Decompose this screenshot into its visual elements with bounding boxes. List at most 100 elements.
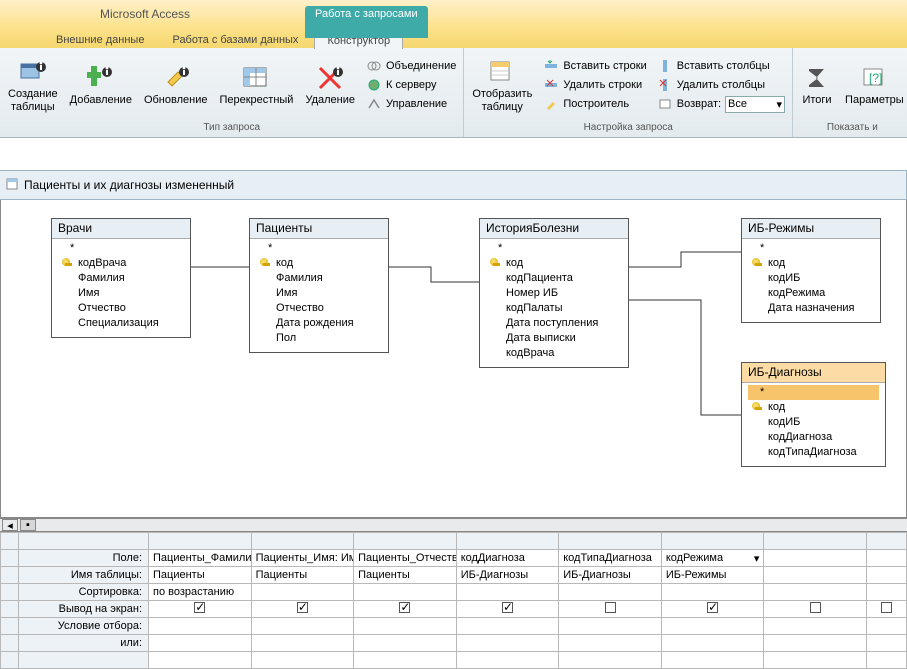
field-kodvracha[interactable]: кодВрача xyxy=(56,256,186,271)
field-patronymic[interactable]: Отчество xyxy=(56,301,186,316)
group-label-querysetup: Настройка запроса xyxy=(468,120,788,135)
chevron-down-icon[interactable]: ▾ xyxy=(754,552,760,565)
cell-sort[interactable] xyxy=(764,584,867,601)
field-admit-date[interactable]: Дата поступления xyxy=(484,316,624,331)
delete-button[interactable]: Удаление xyxy=(301,60,359,109)
cell-sort[interactable] xyxy=(354,584,457,601)
field-koddiagnosistype[interactable]: кодТипаДиагноза xyxy=(746,445,881,460)
cell-field[interactable]: Пациенты_Фамилия: xyxy=(149,550,252,567)
builder-button[interactable]: Построитель xyxy=(540,95,649,113)
show-table-button[interactable]: Отобразить таблицу xyxy=(468,54,536,116)
contextual-tab-group: Работа с запросами xyxy=(305,6,428,38)
passthrough-button[interactable]: К серверу xyxy=(363,76,459,94)
insert-cols-icon xyxy=(657,58,673,74)
table-regimes[interactable]: ИБ-Режимы * код кодИБ кодРежима Дата наз… xyxy=(741,218,881,323)
field-firstname[interactable]: Имя xyxy=(254,286,384,301)
field-koddiagnosis[interactable]: кодДиагноза xyxy=(746,430,881,445)
show-checkbox[interactable] xyxy=(502,602,513,613)
field-kodib[interactable]: кодИБ xyxy=(746,415,881,430)
field-gender[interactable]: Пол xyxy=(254,331,384,346)
cell-field[interactable]: Пациенты_Имя: Имя xyxy=(251,550,354,567)
totals-button[interactable]: Итоги xyxy=(797,60,837,109)
svg-text:[?]: [?] xyxy=(869,71,882,85)
parameters-button[interactable]: [?] Параметры xyxy=(841,60,907,109)
field-lastname[interactable]: Фамилия xyxy=(56,271,186,286)
cell-table[interactable]: ИБ-Диагнозы xyxy=(559,567,662,584)
query-tab-header[interactable]: Пациенты и их диагнозы измененный xyxy=(0,170,907,200)
cell-field[interactable]: Пациенты_Отчество xyxy=(354,550,457,567)
append-button[interactable]: Добавление xyxy=(66,60,136,109)
ribbon: Создание таблицы Добавление Обновление П… xyxy=(0,48,907,138)
field-kodib[interactable]: кодИБ xyxy=(746,271,876,286)
field-lastname[interactable]: Фамилия xyxy=(254,271,384,286)
field-ib-number[interactable]: Номер ИБ xyxy=(484,286,624,301)
datadef-button[interactable]: Управление xyxy=(363,95,459,113)
insert-rows-button[interactable]: Вставить строки xyxy=(540,57,649,75)
cell-sort[interactable] xyxy=(251,584,354,601)
scroll-left-icon[interactable]: ◂ xyxy=(2,519,18,531)
delete-icon xyxy=(314,62,346,94)
table-history[interactable]: ИсторияБолезни * код кодПациента Номер И… xyxy=(479,218,629,368)
field-kod[interactable]: код xyxy=(254,256,384,271)
delete-cols-button[interactable]: Удалить столбцы xyxy=(654,76,788,94)
cell-sort[interactable] xyxy=(661,584,764,601)
field-discharge-date[interactable]: Дата выписки xyxy=(484,331,624,346)
tab-database-tools[interactable]: Работа с базами данных xyxy=(160,32,310,48)
update-icon xyxy=(160,62,192,94)
field-assign-date[interactable]: Дата назначения xyxy=(746,301,876,316)
field-star[interactable]: * xyxy=(484,241,624,256)
cell-field[interactable]: кодДиагноза xyxy=(456,550,559,567)
table-patients[interactable]: Пациенты * код Фамилия Имя Отчество Дата… xyxy=(249,218,389,353)
show-checkbox[interactable] xyxy=(605,602,616,613)
cell-table[interactable]: Пациенты xyxy=(149,567,252,584)
show-checkbox[interactable] xyxy=(194,602,205,613)
show-checkbox[interactable] xyxy=(399,602,410,613)
field-kodpatient[interactable]: кодПациента xyxy=(484,271,624,286)
show-checkbox[interactable] xyxy=(707,602,718,613)
field-kod[interactable]: код xyxy=(484,256,624,271)
field-star[interactable]: * xyxy=(56,241,186,256)
pane-splitter[interactable]: ◂ ▪ xyxy=(0,518,907,532)
show-checkbox[interactable] xyxy=(881,602,892,613)
insert-cols-button[interactable]: Вставить столбцы xyxy=(654,57,788,75)
cell-table[interactable]: Пациенты xyxy=(354,567,457,584)
cell-field[interactable] xyxy=(764,550,867,567)
update-button[interactable]: Обновление xyxy=(140,60,212,109)
cell-sort[interactable] xyxy=(559,584,662,601)
field-kodward[interactable]: кодПалаты xyxy=(484,301,624,316)
field-kod[interactable]: код xyxy=(746,256,876,271)
delete-rows-button[interactable]: Удалить строки xyxy=(540,76,649,94)
table-diagnoses[interactable]: ИБ-Диагнозы * код кодИБ кодДиагноза кодТ… xyxy=(741,362,886,467)
field-birthdate[interactable]: Дата рождения xyxy=(254,316,384,331)
return-combo[interactable]: Все▾ xyxy=(725,96,785,113)
union-button[interactable]: Объединение xyxy=(363,57,459,75)
crosstab-button[interactable]: Перекрестный xyxy=(215,60,297,109)
qbe-grid[interactable]: Поле: Пациенты_Фамилия: Пациенты_Имя: Им… xyxy=(0,532,907,669)
cell-table[interactable] xyxy=(764,567,867,584)
field-star[interactable]: * xyxy=(254,241,384,256)
field-specialization[interactable]: Специализация xyxy=(56,316,186,331)
cell-field[interactable]: кодРежима ▾ xyxy=(661,550,764,567)
show-checkbox[interactable] xyxy=(810,602,821,613)
scroll-marker-icon[interactable]: ▪ xyxy=(20,519,36,531)
tab-external-data[interactable]: Внешние данные xyxy=(44,32,156,48)
cell-table[interactable]: ИБ-Диагнозы xyxy=(456,567,559,584)
field-kod[interactable]: код xyxy=(746,400,881,415)
diagram-pane[interactable]: Врачи * кодВрача Фамилия Имя Отчество Сп… xyxy=(0,200,907,518)
insert-rows-icon xyxy=(543,58,559,74)
field-patronymic[interactable]: Отчество xyxy=(254,301,384,316)
cell-sort[interactable]: по возрастанию xyxy=(149,584,252,601)
field-koddoctor[interactable]: кодВрача xyxy=(484,346,624,361)
show-checkbox[interactable] xyxy=(297,602,308,613)
field-kodregime[interactable]: кодРежима xyxy=(746,286,876,301)
field-star[interactable]: * xyxy=(748,385,879,400)
field-star[interactable]: * xyxy=(746,241,876,256)
cell-table[interactable]: Пациенты xyxy=(251,567,354,584)
cell-field[interactable]: кодТипаДиагноза xyxy=(559,550,662,567)
cell-sort[interactable] xyxy=(456,584,559,601)
row-label-table: Имя таблицы: xyxy=(19,567,149,584)
cell-table[interactable]: ИБ-Режимы xyxy=(661,567,764,584)
table-doctors[interactable]: Врачи * кодВрача Фамилия Имя Отчество Сп… xyxy=(51,218,191,338)
field-firstname[interactable]: Имя xyxy=(56,286,186,301)
make-table-button[interactable]: Создание таблицы xyxy=(4,54,62,116)
